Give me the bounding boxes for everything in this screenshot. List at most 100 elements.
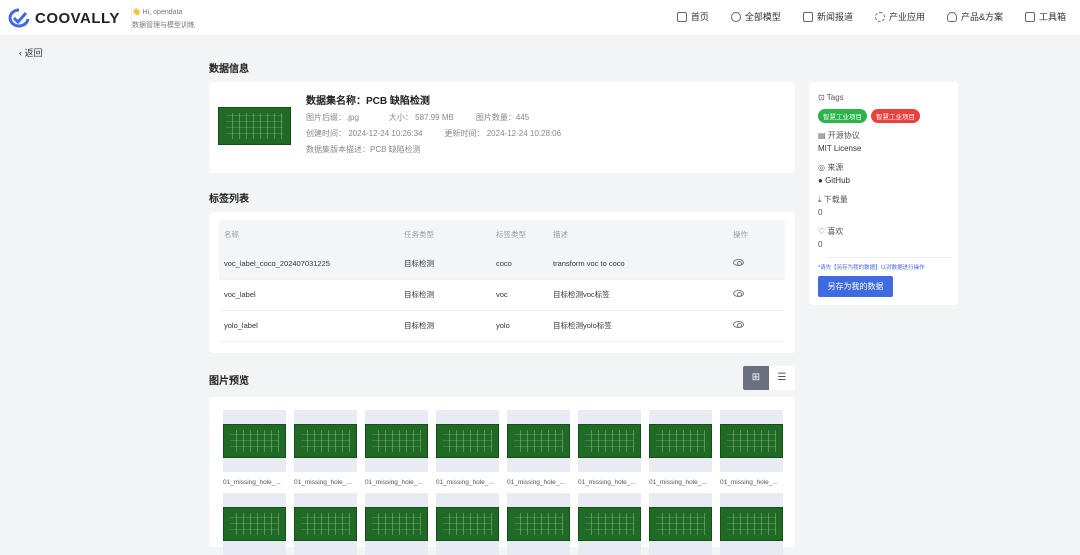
image-caption: 01_missing_hole_...	[365, 479, 423, 486]
image-thumbnail[interactable]	[720, 493, 783, 555]
cell-desc: 目标检测yolo标签	[548, 310, 728, 342]
tag-badge[interactable]: 智慧工业项目	[818, 109, 867, 123]
heart-icon: ♡	[818, 227, 828, 236]
pcb-image	[436, 424, 499, 458]
image-thumbnail[interactable]	[578, 493, 641, 555]
pcb-image	[294, 424, 357, 458]
col-header: 描述	[548, 220, 728, 248]
cell-desc: transform voc to coco	[548, 248, 728, 280]
nav-news[interactable]: 新闻报道	[802, 10, 853, 23]
grid-icon: ⊞	[751, 372, 761, 383]
table-row[interactable]: voc_label 目标检测 voc 目标检测voc标签	[219, 279, 785, 311]
eye-icon[interactable]	[733, 290, 744, 297]
cell-name: voc_label_coco_202407031225	[219, 248, 399, 280]
pcb-image	[294, 507, 357, 541]
pcb-image	[507, 424, 570, 458]
source-value[interactable]: ● GitHub	[818, 176, 850, 185]
dataset-description: 数据集版本描述：PCB 缺陷检测	[306, 145, 421, 154]
logo-icon	[8, 8, 30, 28]
image-thumbnail[interactable]	[649, 410, 712, 472]
image-thumbnail[interactable]	[649, 493, 712, 555]
dataset-sidebar: ⊡ Tags 智慧工业项目 智慧工业项目 ▤ 开源协议 MIT License …	[809, 82, 958, 305]
dataset-info-card: 数据集名称：PCB 缺陷检测 图片后缀：.jpg 大小： 587.99 MB 图片数…	[209, 82, 795, 173]
user-greeting: 👋 Hi, opendata 数据管理与模型训练	[131, 6, 195, 32]
image-caption: 01_missing_hole_...	[507, 479, 565, 486]
image-grid: 01_missing_hole_... 01_missing_hole_... 01…	[209, 397, 795, 555]
tags-label: Tags	[826, 93, 844, 102]
image-caption: 01_missing_hole_...	[436, 479, 494, 486]
license-heading: ▤ 开源协议	[818, 130, 860, 141]
nav-industry[interactable]: 产业应用	[874, 10, 925, 23]
nav-toolbox[interactable]: 工具箱	[1024, 10, 1066, 23]
main-nav: 首页 全部模型 新闻报道 产业应用 产品&方案 工具箱	[676, 10, 1066, 23]
back-label: 返回	[24, 48, 43, 58]
save-as-my-data-button[interactable]: 另存为我的数据	[818, 276, 893, 297]
pcb-image	[578, 507, 641, 541]
pcb-image	[223, 507, 286, 541]
pcb-image	[365, 507, 428, 541]
image-thumbnail[interactable]	[507, 493, 570, 555]
image-thumbnail[interactable]	[436, 410, 499, 472]
logo[interactable]: COOVALLY	[8, 8, 120, 28]
cell-label-type: coco	[491, 248, 548, 280]
image-caption: 01_missing_hole_...	[294, 479, 352, 486]
table-row[interactable]: yolo_label 目标检测 yolo 目标检测yolo标签	[219, 310, 785, 342]
nav-models[interactable]: 全部模型	[730, 10, 781, 23]
globe-icon: ◎	[818, 163, 828, 172]
image-thumbnail[interactable]	[365, 410, 428, 472]
image-thumbnail[interactable]	[294, 493, 357, 555]
image-thumbnail[interactable]	[507, 410, 570, 472]
col-header: 标签类型	[491, 220, 548, 248]
image-caption: 01_missing_hole_...	[223, 479, 281, 486]
downloads-value: 0	[818, 208, 823, 217]
list-view-button[interactable]: ☰	[769, 366, 795, 390]
cell-task: 目标检测	[399, 310, 491, 342]
home-icon	[676, 11, 687, 22]
col-header: 任务类型	[399, 220, 491, 248]
cell-task: 目标检测	[399, 248, 491, 280]
section-title-preview: 图片预览	[209, 376, 249, 387]
image-thumbnail[interactable]	[578, 410, 641, 472]
image-caption: 01_missing_hole_...	[649, 479, 707, 486]
image-thumbnail[interactable]	[294, 410, 357, 472]
downloads-heading: ⤓ 下载量	[818, 194, 848, 205]
cell-task: 目标检测	[399, 279, 491, 311]
nav-home[interactable]: 首页	[676, 10, 709, 23]
source-text: GitHub	[825, 176, 850, 185]
section-title-labels: 标签列表	[209, 194, 249, 205]
dataset-created: 创建时间： 2024-12-24 10:26:34	[306, 129, 423, 138]
image-thumbnail[interactable]	[436, 493, 499, 555]
nav-products[interactable]: 产品&方案	[946, 10, 1003, 23]
nav-label: 新闻报道	[816, 12, 853, 22]
tag-badge[interactable]: 智慧工业项目	[871, 109, 920, 123]
likes-value: 0	[818, 240, 823, 249]
cycle-icon	[874, 11, 885, 22]
image-thumbnail[interactable]	[223, 410, 286, 472]
license-label: 开源协议	[827, 131, 860, 140]
nav-label: 产品&方案	[960, 12, 1003, 22]
dataset-count: 图片数量：445	[475, 113, 530, 122]
top-header: COOVALLY 👋 Hi, opendata 数据管理与模型训练 首页 全部模…	[0, 0, 1080, 36]
tags-heading: ⊡ Tags	[818, 93, 844, 102]
greeting-subtitle: 数据管理与模型训练	[132, 22, 195, 29]
image-caption: 01_missing_hole_...	[720, 479, 778, 486]
save-hint: *请先【另存为我的数据】以对数据进行操作	[818, 265, 925, 271]
cell-label-type: yolo	[491, 310, 548, 342]
license-value: MIT License	[818, 144, 862, 153]
image-thumbnail[interactable]	[720, 410, 783, 472]
eye-icon[interactable]	[733, 321, 744, 328]
tag-list: 智慧工业项目 智慧工业项目	[818, 109, 920, 123]
cell-desc: 目标检测voc标签	[548, 279, 728, 311]
image-thumbnail[interactable]	[365, 493, 428, 555]
table-row[interactable]: voc_label_coco_202407031225 目标检测 coco trans…	[219, 248, 785, 280]
grid-view-button[interactable]: ⊞	[743, 366, 769, 390]
nav-label: 首页	[690, 12, 709, 22]
downloads-label: 下载量	[823, 195, 848, 204]
back-button[interactable]: ‹ 返回	[19, 46, 43, 59]
nav-label: 工具箱	[1038, 12, 1066, 22]
eye-icon[interactable]	[733, 258, 744, 266]
github-icon: ●	[818, 176, 826, 185]
source-heading: ◎ 来源	[818, 162, 843, 173]
cell-name: yolo_label	[219, 310, 399, 342]
image-thumbnail[interactable]	[223, 493, 286, 555]
